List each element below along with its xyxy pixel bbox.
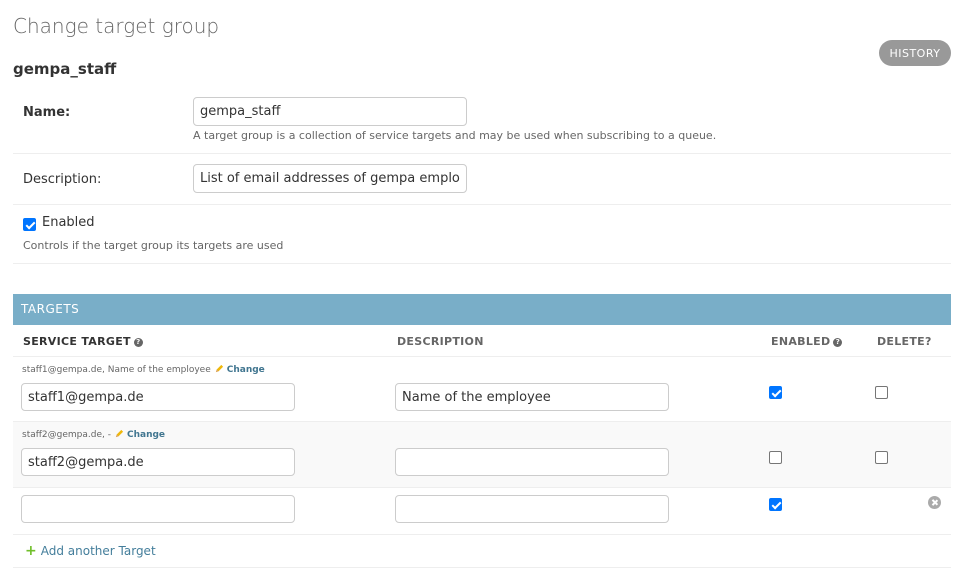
- help-icon: ?: [833, 338, 843, 347]
- page-title: Change target group: [13, 14, 220, 38]
- enabled-checkbox[interactable]: [23, 218, 36, 231]
- row-original-text: staff1@gempa.de, Name of the employee Cha…: [22, 364, 265, 375]
- delete-checkbox[interactable]: [875, 386, 888, 399]
- description-label: Description:: [23, 172, 102, 187]
- form-row-name: Name: A target group is a collection of …: [13, 87, 951, 154]
- enabled-checkbox[interactable]: [769, 498, 782, 511]
- service-target-input[interactable]: [21, 495, 295, 523]
- enabled-checkbox[interactable]: [769, 386, 782, 399]
- targets-caption: TARGETS: [13, 294, 951, 325]
- add-another-target-link[interactable]: + Add another Target: [25, 544, 156, 558]
- column-header-service-target: SERVICE TARGET?: [23, 335, 143, 348]
- pencil-icon: [115, 429, 124, 438]
- pencil-icon: [215, 364, 223, 373]
- remove-row-icon[interactable]: [928, 496, 941, 509]
- enabled-label: Enabled: [42, 215, 95, 230]
- name-field[interactable]: [193, 97, 467, 126]
- description-input[interactable]: [395, 383, 669, 411]
- column-header-enabled: ENABLED?: [771, 335, 843, 348]
- name-help-text: A target group is a collection of servic…: [193, 129, 717, 142]
- column-header-description: DESCRIPTION: [397, 335, 484, 348]
- name-label: Name:: [23, 105, 71, 120]
- description-field[interactable]: [193, 164, 467, 193]
- enabled-checkbox[interactable]: [769, 451, 782, 464]
- delete-checkbox[interactable]: [875, 451, 888, 464]
- change-link[interactable]: Change: [127, 430, 165, 440]
- change-link[interactable]: Change: [227, 365, 265, 375]
- add-row: + Add another Target: [13, 534, 951, 568]
- history-button[interactable]: HISTORY: [879, 40, 951, 66]
- service-target-input[interactable]: [21, 448, 295, 476]
- description-input[interactable]: [395, 448, 669, 476]
- description-input[interactable]: [395, 495, 669, 523]
- plus-icon: +: [25, 543, 37, 559]
- form-row-description: Description:: [13, 154, 951, 205]
- column-header-delete: DELETE?: [877, 335, 932, 348]
- object-title: gempa_staff: [13, 60, 117, 78]
- enabled-help-text: Controls if the target group its targets…: [23, 239, 284, 252]
- form-row-enabled: Enabled Controls if the target group its…: [13, 205, 951, 264]
- service-target-input[interactable]: [21, 383, 295, 411]
- row-original-text: staff2@gempa.de, - Change: [22, 429, 166, 440]
- help-icon: ?: [133, 338, 143, 347]
